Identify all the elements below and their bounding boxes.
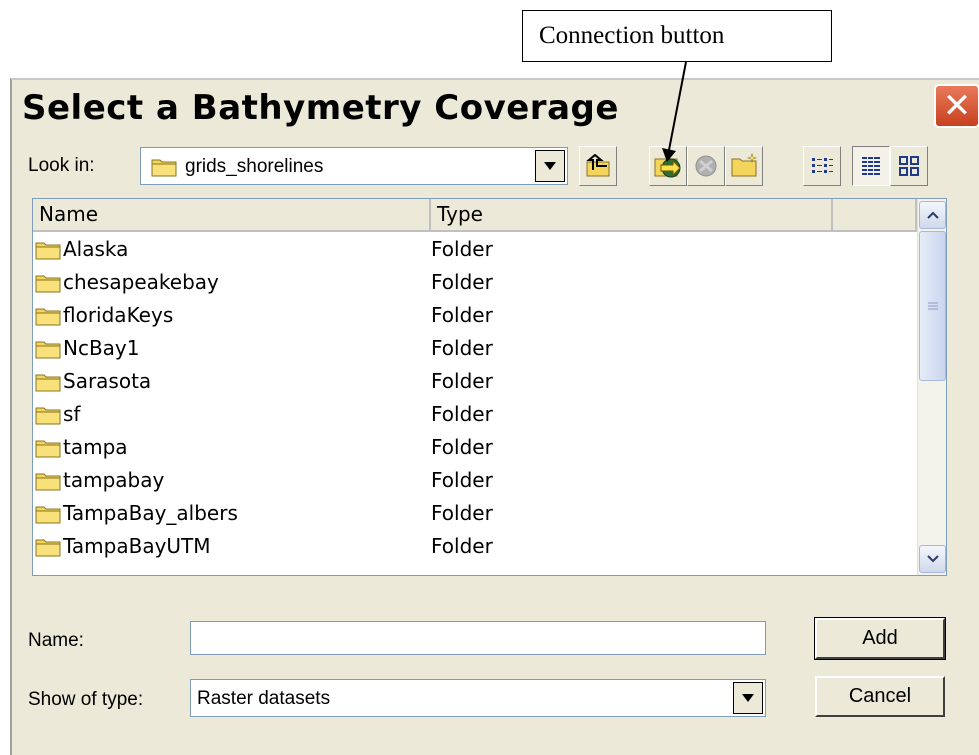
list-item[interactable]: Sarasota Folder [33, 365, 913, 398]
up-one-level-button[interactable] [579, 146, 617, 186]
show-of-type-value: Raster datasets [197, 688, 331, 709]
callout-text: Connection button [539, 22, 725, 49]
item-type: Folder [431, 402, 493, 426]
list-item[interactable]: chesapeakebay Folder [33, 266, 913, 299]
vertical-scrollbar[interactable] [917, 199, 946, 575]
list-item[interactable]: floridaKeys Folder [33, 299, 913, 332]
chevron-down-icon [544, 162, 556, 170]
close-button[interactable]: ✕ [934, 84, 979, 128]
details-view-icon [862, 157, 880, 175]
cancel-button[interactable]: Cancel [815, 676, 945, 717]
show-of-type-combo[interactable]: Raster datasets [190, 679, 766, 717]
thumbnails-view-button[interactable] [890, 146, 928, 186]
item-type: Folder [431, 303, 493, 327]
look-in-combo[interactable]: grids_shorelines [140, 147, 568, 185]
look-in-value: grids_shorelines [185, 156, 324, 177]
item-type: Folder [431, 237, 493, 261]
column-header-empty [833, 199, 917, 232]
look-in-dropdown-button[interactable] [535, 150, 565, 182]
item-name: TampaBay_albers [63, 501, 238, 525]
folder-icon [35, 308, 61, 326]
item-name: NcBay1 [63, 336, 140, 360]
list-view-icon [812, 158, 833, 173]
list-item[interactable]: tampa Folder [33, 431, 913, 464]
new-folder-icon [731, 153, 757, 177]
folder-icon [35, 539, 61, 557]
list-item[interactable]: sf Folder [33, 398, 913, 431]
thumbnails-view-icon [899, 156, 919, 176]
scroll-thumb[interactable] [919, 231, 946, 381]
item-name: TampaBayUTM [63, 534, 211, 558]
column-header-name[interactable]: Name [33, 199, 431, 232]
dialog-title: Select a Bathymetry Coverage [22, 88, 619, 128]
show-of-type-dropdown-button[interactable] [733, 682, 763, 714]
disconnect-folder-icon [695, 155, 717, 177]
add-button[interactable]: Add [814, 617, 946, 660]
up-one-level-icon [586, 154, 610, 177]
name-input[interactable] [190, 621, 766, 655]
item-name: sf [63, 402, 81, 426]
item-type: Folder [431, 534, 493, 558]
chevron-up-icon [926, 211, 939, 219]
item-type: Folder [431, 270, 493, 294]
look-in-label: Look in: [28, 155, 95, 176]
folder-icon [35, 407, 61, 425]
details-view-button[interactable] [852, 146, 890, 186]
folder-icon [151, 159, 177, 177]
folder-icon [35, 374, 61, 392]
item-type: Folder [431, 435, 493, 459]
connect-to-folder-icon [654, 158, 681, 178]
column-header-type[interactable]: Type [431, 199, 833, 232]
annotation-callout: Connection button [522, 10, 832, 62]
chevron-down-icon [926, 555, 939, 563]
list-item[interactable]: tampabay Folder [33, 464, 913, 497]
chevron-down-icon [742, 694, 754, 702]
connect-to-folder-button[interactable] [649, 146, 687, 186]
select-coverage-dialog: Select a Bathymetry Coverage ✕ Look in: … [10, 78, 979, 755]
item-type: Folder [431, 501, 493, 525]
item-type: Folder [431, 468, 493, 492]
folder-icon [35, 275, 61, 293]
disconnect-folder-button[interactable] [687, 146, 725, 186]
folder-icon [35, 506, 61, 524]
list-item[interactable]: Alaska Folder [33, 233, 913, 266]
item-name: tampa [63, 435, 128, 459]
show-of-type-label: Show of type: [28, 689, 144, 710]
item-name: tampabay [63, 468, 165, 492]
folder-icon [35, 242, 61, 260]
item-name: Sarasota [63, 369, 152, 393]
folder-icon [35, 473, 61, 491]
folder-icon [35, 341, 61, 359]
item-name: chesapeakebay [63, 270, 219, 294]
name-label: Name: [28, 630, 84, 651]
grip-icon [927, 302, 938, 310]
item-type: Folder [431, 369, 493, 393]
list-item[interactable]: NcBay1 Folder [33, 332, 913, 365]
item-name: floridaKeys [63, 303, 174, 327]
item-type: Folder [431, 336, 493, 360]
list-view-button[interactable] [803, 146, 841, 186]
scroll-up-button[interactable] [919, 201, 946, 229]
scroll-down-button[interactable] [919, 545, 946, 573]
list-item[interactable]: TampaBay_albers Folder [33, 497, 913, 530]
folder-icon [35, 440, 61, 458]
list-item[interactable]: TampaBayUTM Folder [33, 530, 913, 563]
new-folder-button[interactable] [725, 146, 763, 186]
item-name: Alaska [63, 237, 129, 261]
file-list[interactable]: Name Type Alaska Folder chesapeakebay Fo… [32, 198, 947, 576]
